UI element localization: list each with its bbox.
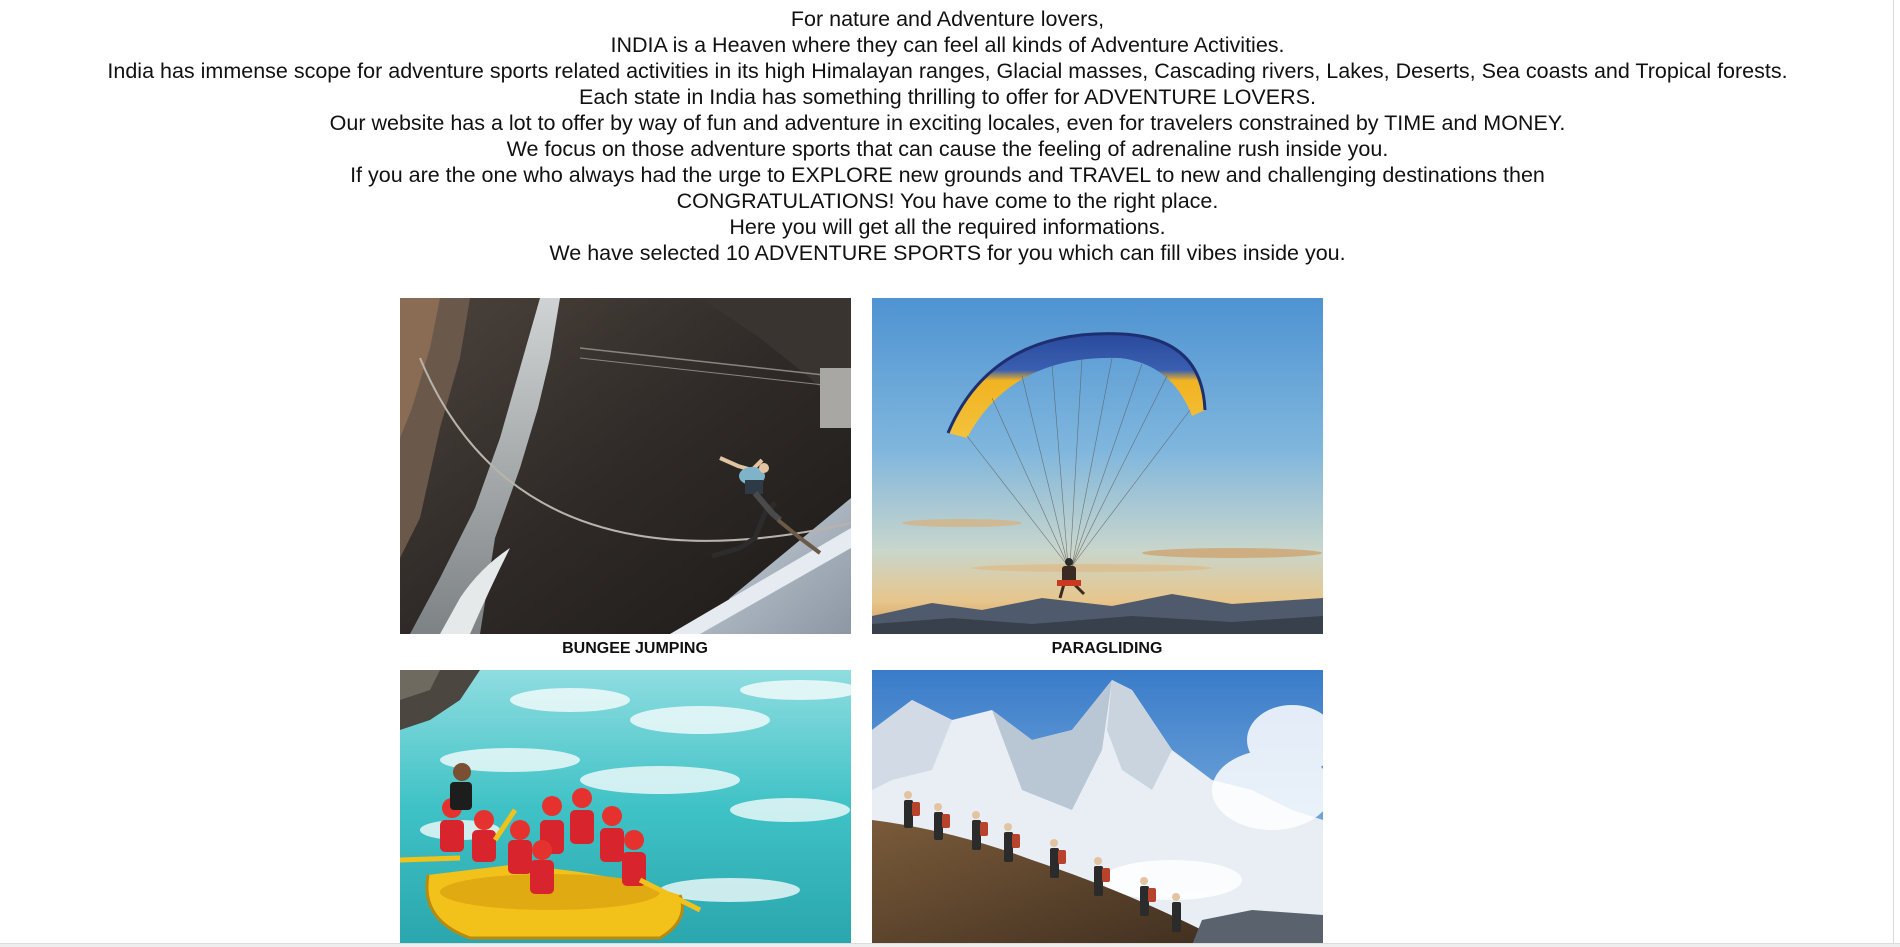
paragliding-photo[interactable] (872, 298, 1323, 634)
river-rafting-photo[interactable] (400, 670, 851, 945)
card-bungee-jumping[interactable]: BUNGEE JUMPING (400, 298, 851, 659)
trekking-photo[interactable] (872, 670, 1323, 945)
intro-line: Each state in India has something thrill… (579, 85, 1316, 109)
intro-line: INDIA is a Heaven where they can feel al… (610, 33, 1285, 57)
card-caption[interactable]: PARAGLIDING (872, 639, 1342, 659)
page-bottom-edge (0, 943, 1900, 947)
intro-line: For nature and Adventure lovers, (790, 7, 1105, 31)
card-river-rafting[interactable] (400, 670, 851, 947)
intro-line: We focus on those adventure sports that … (506, 137, 1389, 161)
intro-line: Here you will get all the required infor… (729, 215, 1166, 239)
intro-line: If you are the one who always had the ur… (350, 163, 1545, 187)
intro-text: For nature and Adventure lovers, INDIA i… (0, 6, 1895, 266)
bungee-jumping-photo[interactable] (400, 298, 851, 634)
card-trekking[interactable] (872, 670, 1323, 947)
intro-line: We have selected 10 ADVENTURE SPORTS for… (549, 241, 1346, 265)
intro-line: Our website has a lot to offer by way of… (329, 111, 1566, 135)
intro-line: India has immense scope for adventure sp… (107, 59, 1788, 83)
card-caption[interactable]: BUNGEE JUMPING (400, 639, 870, 659)
intro-line: CONGRATULATIONS! You have come to the ri… (676, 189, 1219, 213)
page-scrollbar-track[interactable] (1893, 0, 1900, 947)
card-paragliding[interactable]: PARAGLIDING (872, 298, 1323, 659)
page: For nature and Adventure lovers, INDIA i… (0, 0, 1900, 947)
